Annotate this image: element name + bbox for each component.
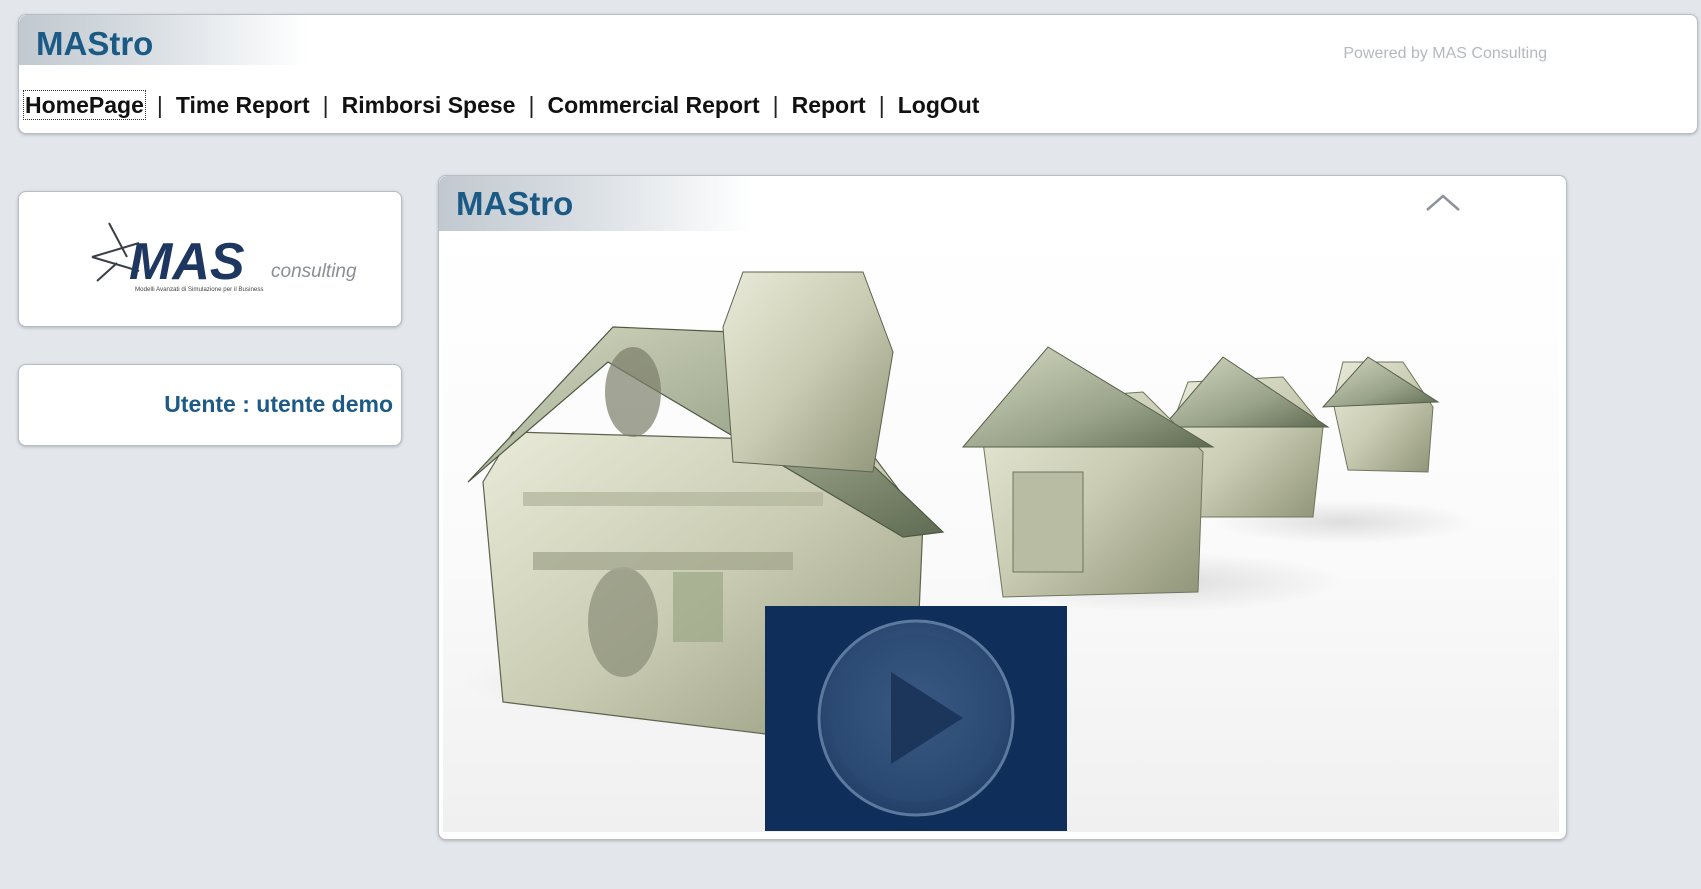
nav-separator: |: [322, 92, 329, 118]
powered-by-text: Powered by MAS Consulting: [1343, 45, 1547, 62]
main-nav: HomePage | Time Report | Rimborsi Spese | Comm…: [23, 90, 980, 120]
video-player[interactable]: [443, 232, 1559, 832]
nav-logout[interactable]: LogOut: [898, 92, 980, 118]
play-button[interactable]: [765, 606, 1067, 831]
mas-consulting-logo: MAS consulting Modelli Avanzati di Simul…: [91, 222, 357, 293]
nav-separator: |: [772, 92, 779, 118]
nav-rimborsi-spese[interactable]: Rimborsi Spese: [342, 92, 516, 118]
main-panel: MAStro: [438, 175, 1567, 840]
app-title: MAStro: [36, 25, 154, 62]
main-panel-title: MAStro: [456, 185, 574, 222]
user-label: Utente : utente demo: [164, 391, 393, 417]
nav-homepage[interactable]: HomePage: [23, 90, 146, 120]
nav-separator: |: [156, 92, 163, 118]
nav-report[interactable]: Report: [792, 92, 866, 118]
logo-tagline: Modelli Avanzati di Simulazione per il B…: [135, 286, 264, 293]
header-panel: MAStro Powered by MAS Consulting HomePag…: [18, 14, 1698, 134]
logo-suffix: consulting: [271, 261, 357, 282]
logo-panel: MAS consulting Modelli Avanzati di Simul…: [18, 191, 402, 327]
nav-time-report[interactable]: Time Report: [176, 92, 310, 118]
chevron-up-icon[interactable]: [1423, 190, 1463, 216]
logo-brand: MAS: [129, 233, 245, 291]
play-icon: [817, 619, 1015, 817]
nav-separator: |: [878, 92, 885, 118]
nav-separator: |: [528, 92, 535, 118]
user-panel: Utente : utente demo: [18, 364, 402, 446]
nav-commercial-report[interactable]: Commercial Report: [547, 92, 759, 118]
